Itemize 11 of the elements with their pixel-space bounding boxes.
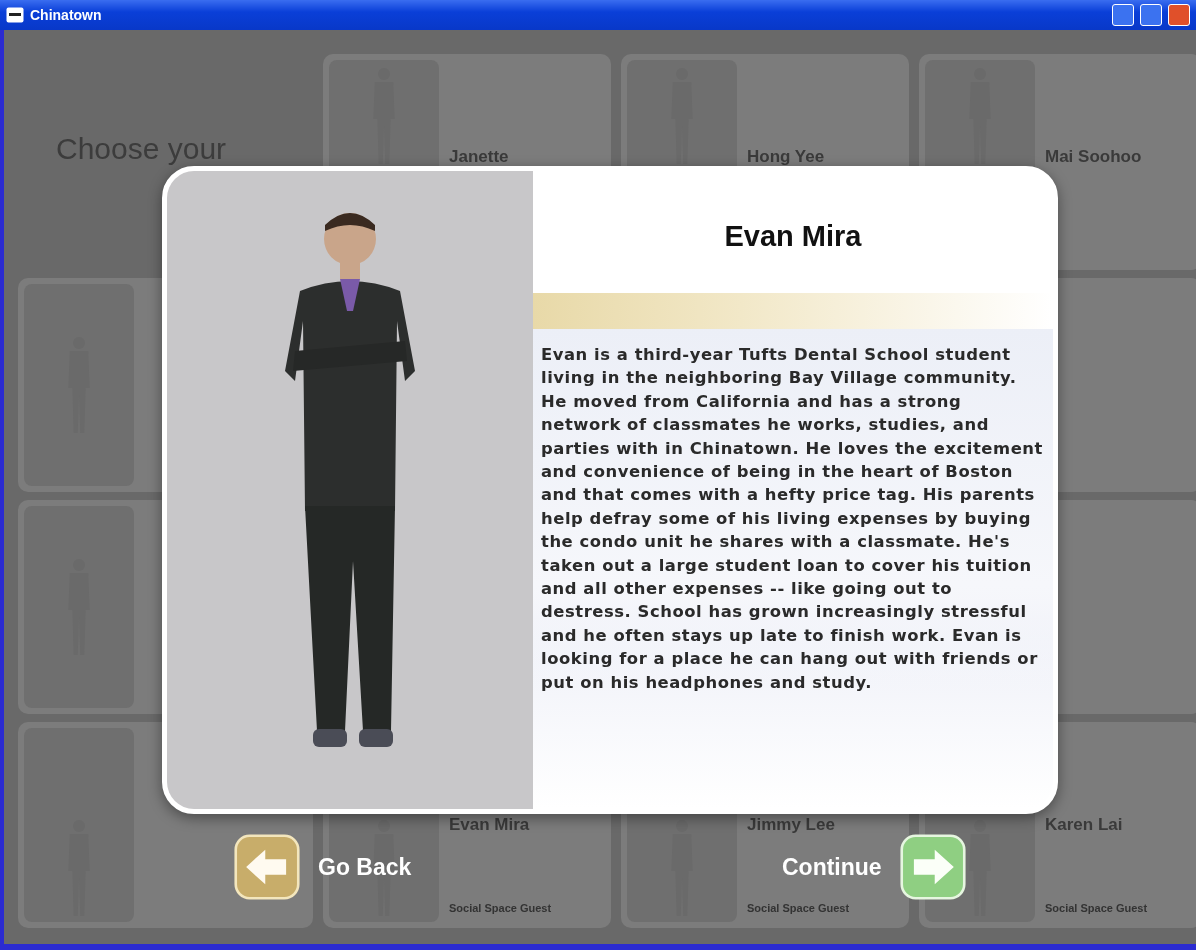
character-name: Karen Lai bbox=[1045, 814, 1124, 836]
character-role: Social Space Guest bbox=[449, 900, 553, 916]
character-role: Social Space Guest bbox=[747, 900, 851, 916]
character-role: Social Space Guest bbox=[1045, 900, 1149, 916]
character-name: Hong Yee bbox=[747, 146, 826, 168]
character-name: Jimmy Lee bbox=[747, 814, 836, 836]
window-title: Chinatown bbox=[30, 5, 102, 25]
character-name: Evan Mira bbox=[449, 814, 531, 836]
character-name: Evan Mira bbox=[723, 219, 863, 254]
character-name: Janette bbox=[449, 146, 510, 168]
character-name: Mai Soohoo bbox=[1045, 146, 1143, 168]
